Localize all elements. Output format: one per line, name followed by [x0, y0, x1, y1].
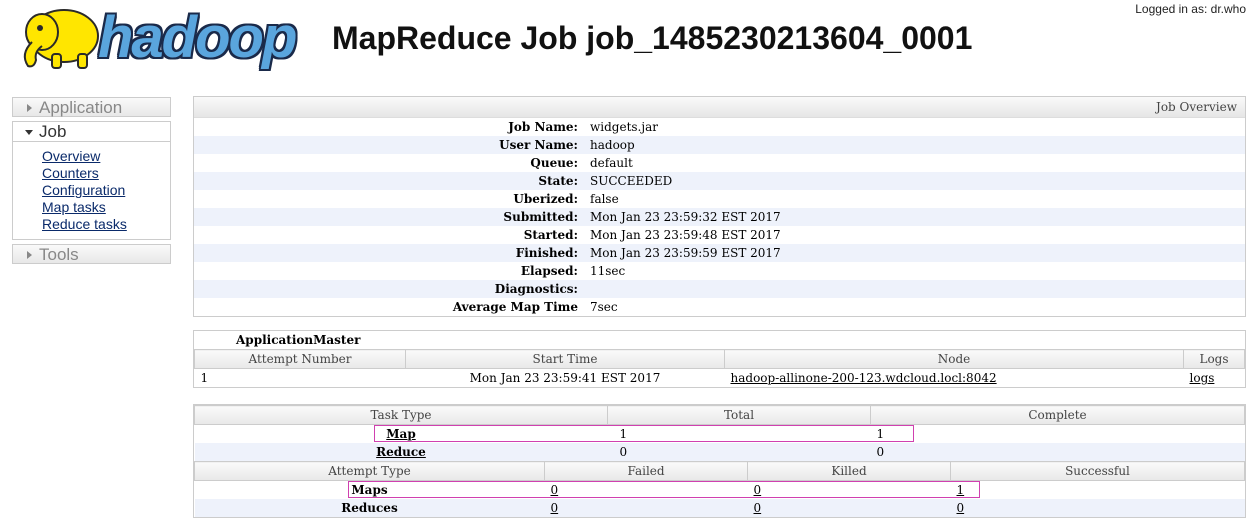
- application-master-table: Attempt Number Start Time Node Logs 1 Mo…: [194, 349, 1245, 387]
- col-logs: Logs: [1183, 349, 1245, 369]
- overview-row: Submitted: Mon Jan 23 23:59:32 EST 2017: [194, 208, 1245, 226]
- map-total: 1: [619, 427, 628, 441]
- reduce-complete: 0: [876, 445, 885, 459]
- nav-link-configuration[interactable]: Configuration: [42, 182, 170, 199]
- map-complete: 1: [876, 427, 885, 441]
- overview-row: Uberized: false: [513, 192, 619, 206]
- nav-link-counters[interactable]: Counters: [42, 165, 170, 182]
- maps-successful-link[interactable]: 1: [957, 483, 965, 497]
- application-master-panel: ApplicationMaster Attempt Number Start T…: [193, 330, 1246, 388]
- job-links: Overview Counters Configuration Map task…: [13, 142, 170, 239]
- reduces-failed-link[interactable]: 0: [551, 501, 559, 515]
- nav-job-section: Job Overview Counters Configuration Map …: [12, 121, 171, 240]
- table-row: Maps 0 0 1: [195, 481, 1245, 500]
- job-overview-rows: Job Name: widgets.jar User Name: hadoop Qu…: [194, 118, 1245, 316]
- overview-row: State: SUCCEEDED: [194, 172, 1245, 190]
- overview-row: Average Map Time 7sec: [452, 300, 618, 314]
- attempt-type-maps: Maps: [351, 483, 388, 497]
- col-start-time: Start Time: [405, 349, 725, 369]
- triangle-right-icon: [27, 104, 32, 112]
- nav-link-map-tasks[interactable]: Map tasks: [42, 199, 170, 216]
- overview-row: Started: Mon Jan 23 23:59:48 EST 2017: [523, 228, 781, 242]
- overview-row: Diagnostics:: [194, 280, 1245, 298]
- overview-row: Elapsed: 11sec: [520, 264, 626, 278]
- elephant-icon: [23, 9, 99, 69]
- attempt-type-table: Attempt Type Failed Killed Successful Ma…: [194, 461, 1245, 517]
- overview-row: Job Name: widgets.jar: [508, 120, 658, 134]
- triangle-right-icon: [27, 251, 32, 259]
- nav-link-reduce-tasks[interactable]: Reduce tasks: [42, 216, 170, 233]
- col-complete: Complete: [870, 405, 1245, 425]
- overview-row: Queue: default: [530, 156, 633, 170]
- table-row: Reduces 0 0 0: [194, 499, 1245, 517]
- reduces-killed-link[interactable]: 0: [754, 501, 762, 515]
- col-attempt-type: Attempt Type: [194, 461, 545, 481]
- hadoop-logo[interactable]: hadoop: [12, 2, 312, 74]
- logs-link[interactable]: logs: [1190, 371, 1215, 385]
- maps-failed-link[interactable]: 0: [551, 483, 559, 497]
- reduces-successful-link[interactable]: 0: [957, 501, 965, 515]
- table-row: Reduce 0 0: [194, 443, 1245, 461]
- job-overview-panel: Job Overview Job Name: widgets.jar User N…: [193, 96, 1246, 317]
- task-type-table: Task Type Total Complete Map 1 1 Reduce …: [194, 405, 1245, 461]
- task-summary-panel: Task Type Total Complete Map 1 1 Reduce …: [193, 404, 1246, 518]
- nav-tools[interactable]: Tools: [12, 244, 171, 264]
- start-time: Mon Jan 23 23:59:41 EST 2017: [469, 371, 661, 385]
- logo-text: hadoop: [98, 5, 297, 70]
- maps-killed-link[interactable]: 0: [754, 483, 762, 497]
- col-total: Total: [607, 405, 871, 425]
- job-overview-heading: Job Overview: [194, 97, 1245, 118]
- nav-link-overview[interactable]: Overview: [42, 148, 170, 165]
- col-attempt-number: Attempt Number: [194, 349, 406, 369]
- attempt-type-reduces: Reduces: [341, 501, 398, 515]
- attempt-number: 1: [200, 371, 209, 385]
- application-master-title: ApplicationMaster: [236, 333, 361, 347]
- overview-row: Finished: Mon Jan 23 23:59:59 EST 2017: [194, 244, 1245, 262]
- overview-row: User Name: hadoop: [194, 136, 1245, 154]
- reduce-total: 0: [619, 445, 628, 459]
- table-row: Map 1 1: [195, 425, 1245, 444]
- col-successful: Successful: [950, 461, 1245, 481]
- col-node: Node: [724, 349, 1184, 369]
- col-task-type: Task Type: [194, 405, 608, 425]
- reduce-task-link[interactable]: Reduce: [376, 445, 426, 459]
- sidebar-nav: Application Job Overview Counters Config…: [12, 97, 171, 264]
- table-row: 1 Mon Jan 23 23:59:41 EST 2017 hadoop-al…: [195, 369, 1245, 388]
- logged-in-user: Logged in as: dr.who: [1135, 2, 1246, 16]
- map-task-link[interactable]: Map: [386, 427, 415, 441]
- col-failed: Failed: [544, 461, 748, 481]
- node-link[interactable]: hadoop-allinone-200-123.wdcloud.locl:804…: [731, 371, 997, 385]
- nav-job[interactable]: Job: [13, 122, 170, 142]
- nav-application[interactable]: Application: [12, 97, 171, 117]
- triangle-down-icon: [25, 130, 33, 135]
- page-title: MapReduce Job job_1485230213604_0001: [332, 20, 973, 56]
- col-killed: Killed: [747, 461, 951, 481]
